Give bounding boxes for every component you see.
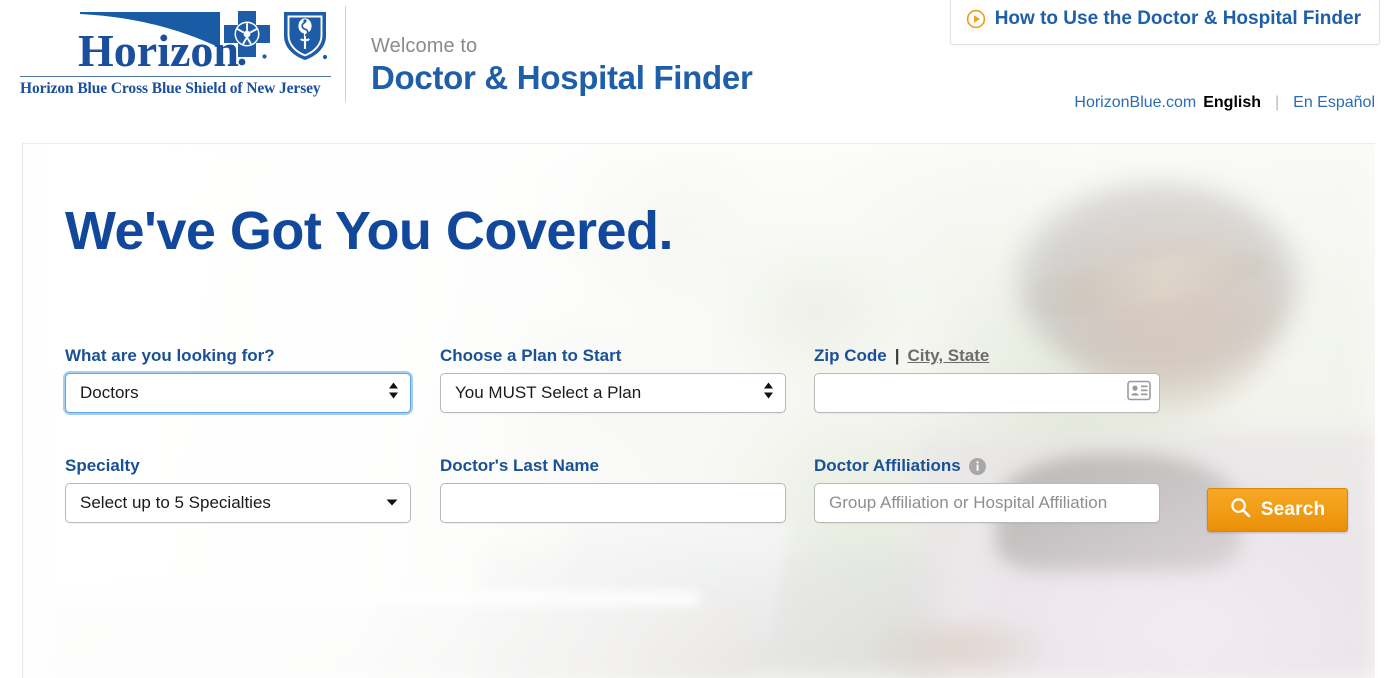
last-name-label: Doctor's Last Name	[440, 456, 599, 475]
how-to-use-button[interactable]: How to Use the Doctor & Hospital Finder	[949, 0, 1380, 45]
affiliations-input[interactable]	[814, 483, 1160, 523]
specialty-label: Specialty	[65, 456, 140, 475]
zip-input-wrap	[814, 373, 1160, 413]
affiliations-label-text: Doctor Affiliations	[814, 456, 961, 475]
specialty-select-wrap	[65, 483, 411, 523]
city-state-link[interactable]: City, State	[907, 346, 989, 366]
looking-for-select[interactable]	[65, 373, 411, 413]
play-circle-icon	[966, 9, 986, 29]
how-to-use-label: How to Use the Doctor & Hospital Finder	[994, 8, 1361, 29]
field-specialty: Specialty	[65, 456, 411, 523]
looking-for-label: What are you looking for?	[65, 346, 275, 365]
plan-label: Choose a Plan to Start	[440, 346, 622, 365]
form-row-1: What are you looking for? Doctors Choose…	[65, 346, 1365, 456]
field-zip: Zip Code | City, State	[814, 346, 1160, 413]
zip-label-primary: Zip Code	[814, 346, 887, 365]
horizonblue-link[interactable]: HorizonBlue.com	[1074, 94, 1196, 112]
looking-for-select-wrap	[65, 373, 411, 413]
provider-search-form: What are you looking for? Doctors Choose…	[65, 346, 1365, 566]
search-button-label: Search	[1260, 499, 1326, 520]
form-row-2: Specialty Doctor's Last Name	[65, 456, 1365, 566]
field-affiliations: Doctor Affiliations	[814, 456, 1160, 523]
logo-tagline: Horizon Blue Cross Blue Shield of New Je…	[20, 80, 321, 97]
logo-divider-rule	[20, 76, 331, 77]
last-name-input[interactable]	[440, 483, 786, 523]
affiliations-input-wrap	[814, 483, 1160, 523]
plan-select-wrap	[440, 373, 786, 413]
magnifier-icon	[1230, 497, 1251, 524]
blue-cross-icon	[224, 11, 270, 59]
welcome-eyebrow: Welcome to	[371, 35, 478, 57]
doctor-hospital-finder-page: Horizon Horizon Blue Cross Blue Shield o…	[0, 0, 1397, 678]
affiliations-label: Doctor Affiliations	[814, 456, 1160, 476]
last-name-input-wrap	[440, 483, 786, 523]
field-looking-for: What are you looking for?	[65, 346, 411, 413]
header-vertical-divider	[345, 6, 346, 102]
info-icon[interactable]	[968, 457, 986, 475]
utility-links: HorizonBlue.com English | En Español	[1074, 94, 1375, 112]
site-header: Horizon Horizon Blue Cross Blue Shield o…	[0, 0, 1397, 143]
bcbs-marks	[222, 9, 334, 63]
plan-select[interactable]	[440, 373, 786, 413]
svg-text:Horizon: Horizon	[78, 25, 239, 74]
specialty-select[interactable]	[65, 483, 411, 523]
hero-section: We've Got You Covered. What are you look…	[22, 143, 1375, 678]
blue-shield-icon	[284, 12, 328, 60]
zip-label: Zip Code | City, State	[814, 346, 1160, 366]
search-button[interactable]: Search	[1207, 488, 1348, 532]
welcome-block: Welcome to Doctor & Hospital Finder	[371, 36, 753, 98]
language-spanish-link[interactable]: En Español	[1293, 94, 1375, 112]
zip-input[interactable]	[814, 373, 1160, 413]
field-last-name: Doctor's Last Name	[440, 456, 786, 523]
field-plan: Choose a Plan to Start	[440, 346, 786, 413]
language-separator: |	[1275, 94, 1280, 111]
language-current: English	[1203, 94, 1261, 111]
hero-heading: We've Got You Covered.	[65, 201, 674, 261]
zip-label-pipe: |	[894, 346, 900, 365]
page-title: Doctor & Hospital Finder	[371, 59, 753, 96]
